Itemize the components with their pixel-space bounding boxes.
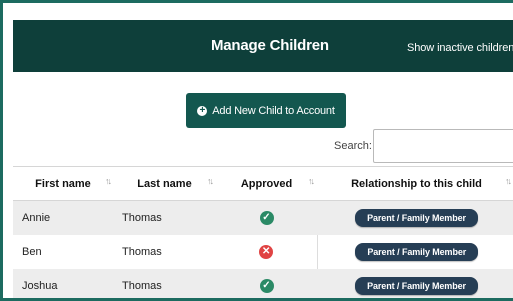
column-label: First name: [35, 177, 91, 190]
table-row[interactable]: Annie Thomas ✓ Parent / Family Member: [13, 200, 513, 235]
relationship-cell: Parent / Family Member: [317, 200, 513, 235]
column-header-first-name[interactable]: First name ↑↓: [13, 166, 113, 201]
add-child-button[interactable]: + Add New Child to Account: [186, 93, 346, 128]
table-header-row: First name ↑↓ Last name ↑↓ Approved ↑↓ R…: [13, 166, 513, 201]
column-header-last-name[interactable]: Last name ↑↓: [113, 166, 216, 201]
sort-icon[interactable]: ↑↓: [308, 176, 315, 186]
sort-icon[interactable]: ↑↓: [505, 176, 512, 186]
relationship-cell: Parent / Family Member: [317, 268, 513, 298]
table-row[interactable]: Joshua Thomas ✓ Parent / Family Member: [13, 268, 513, 298]
app-frame: Manage Children Show inactive children +…: [0, 0, 513, 301]
last-name-cell: Thomas: [113, 234, 216, 269]
first-name-cell: Ben: [13, 234, 113, 269]
sort-icon[interactable]: ↑↓: [105, 176, 112, 186]
relationship-badge[interactable]: Parent / Family Member: [355, 208, 478, 227]
relationship-badge[interactable]: Parent / Family Member: [355, 242, 479, 261]
x-circle-icon: ✕: [259, 244, 274, 259]
children-table: First name ↑↓ Last name ↑↓ Approved ↑↓ R…: [13, 166, 513, 298]
check-circle-icon: ✓: [259, 278, 274, 293]
last-name-cell: Thomas: [113, 268, 216, 298]
top-strip: [3, 3, 513, 17]
approved-cell: ✕: [216, 234, 317, 269]
first-name-cell: Annie: [13, 200, 113, 235]
check-circle-icon: ✓: [259, 210, 274, 225]
column-header-approved[interactable]: Approved ↑↓: [216, 166, 317, 201]
first-name-cell: Joshua: [13, 268, 113, 298]
column-label: Approved: [240, 177, 293, 190]
column-header-relationship[interactable]: Relationship to this child ↑↓: [317, 166, 513, 201]
search-input[interactable]: [373, 129, 513, 163]
search-label: Search:: [334, 140, 372, 152]
page-title: Manage Children: [211, 37, 329, 54]
relationship-cell: Parent / Family Member: [316, 234, 513, 269]
table-row[interactable]: Ben Thomas ✕ Parent / Family Member: [13, 234, 513, 269]
add-child-button-label: Add New Child to Account: [212, 104, 335, 117]
sort-icon[interactable]: ↑↓: [207, 176, 214, 186]
column-label: Relationship to this child: [351, 177, 482, 190]
column-label: Last name: [137, 177, 192, 190]
approved-cell: ✓: [216, 268, 317, 298]
relationship-badge[interactable]: Parent / Family Member: [355, 276, 478, 295]
plus-circle-icon: +: [197, 105, 208, 116]
approved-cell: ✓: [216, 200, 317, 235]
last-name-cell: Thomas: [113, 200, 216, 235]
page-header: Manage Children Show inactive children: [13, 20, 513, 72]
show-inactive-link[interactable]: Show inactive children: [407, 42, 513, 54]
